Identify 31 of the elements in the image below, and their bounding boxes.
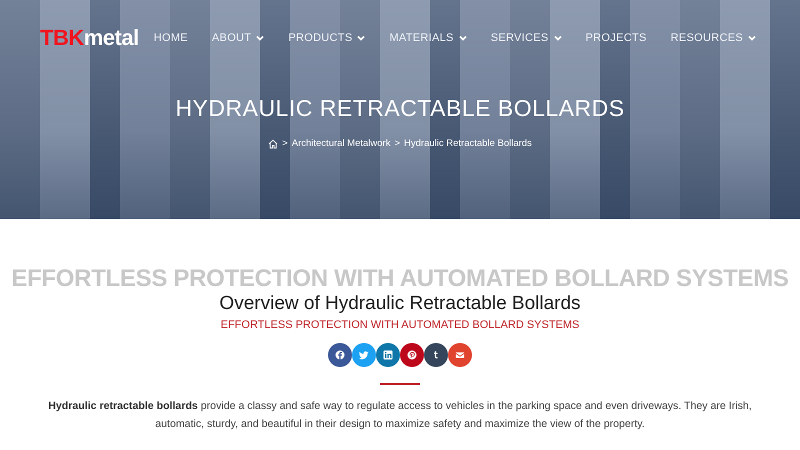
breadcrumb-separator: > bbox=[394, 138, 400, 149]
nav-link[interactable]: SERVICES bbox=[490, 32, 562, 44]
share-button[interactable] bbox=[448, 343, 472, 367]
pinterest-icon bbox=[406, 349, 418, 361]
nav-link[interactable]: HOME bbox=[154, 32, 188, 44]
share-button[interactable] bbox=[424, 343, 448, 367]
caret-icon bbox=[458, 35, 467, 41]
nav-link[interactable]: ABOUT bbox=[212, 32, 264, 44]
share-button[interactable] bbox=[400, 343, 424, 367]
caret-icon bbox=[748, 35, 756, 41]
twitter-icon bbox=[358, 349, 370, 361]
home-icon[interactable] bbox=[268, 138, 278, 148]
caret-icon bbox=[256, 35, 264, 41]
logo[interactable]: TBKmetal bbox=[40, 25, 139, 51]
share-button[interactable] bbox=[376, 343, 400, 367]
share-button[interactable] bbox=[328, 343, 352, 367]
caret-icon bbox=[357, 35, 366, 41]
nav-link[interactable]: MATERIALS bbox=[389, 32, 467, 44]
breadcrumb-separator: > bbox=[282, 138, 288, 149]
nav-link[interactable]: RESOURCES bbox=[670, 32, 756, 44]
intro-paragraph: Hydraulic retractable bollards provide a classy and safe way to regulate access to vehicles in the parking space and even driveways. They are Irish, automatic, sturdy, and beautiful in their design to maximize safety and maximize the view of the property. bbox=[47, 399, 753, 432]
section-subheading: EFFORTLESS PROTECTION WITH AUTOMATED BOLLARD SYSTEMS bbox=[220, 319, 580, 331]
linkedin-icon bbox=[382, 349, 394, 361]
nav-link[interactable]: PROJECTS bbox=[586, 32, 647, 44]
facebook-icon bbox=[334, 349, 346, 361]
caret-icon bbox=[554, 35, 562, 41]
breadcrumb-item[interactable]: Architectural Metalwork bbox=[292, 138, 390, 149]
nav-link[interactable]: PRODUCTS bbox=[288, 32, 366, 44]
page-title: HYDRAULIC RETRACTABLE BOLLARDS bbox=[174, 95, 626, 122]
section-heading: Overview of Hydraulic Retractable Bollards bbox=[219, 293, 581, 315]
breadcrumb-item: Hydraulic Retractable Bollards bbox=[404, 138, 532, 149]
